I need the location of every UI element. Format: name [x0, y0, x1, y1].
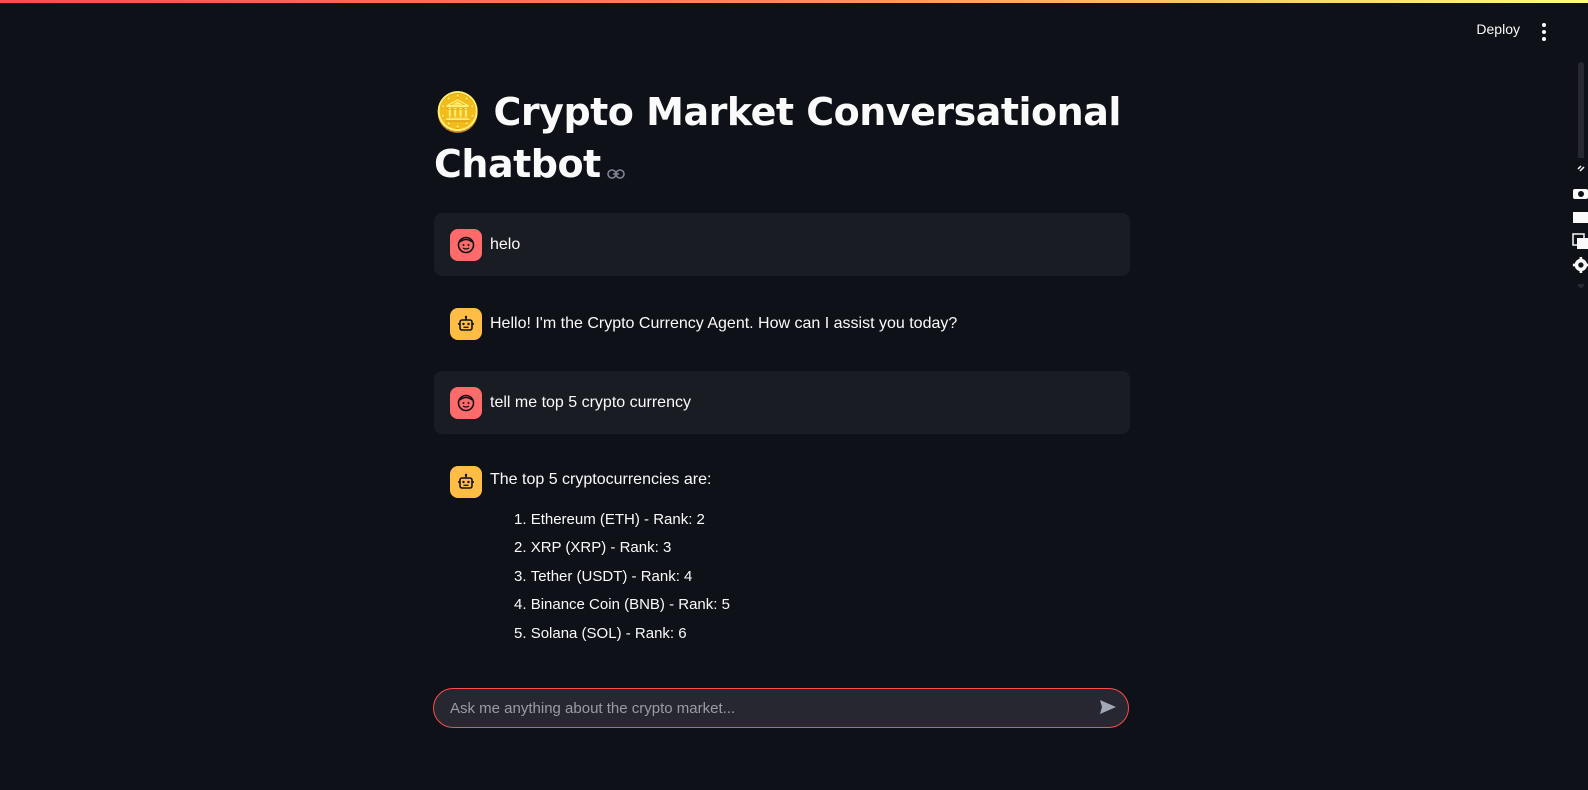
chat-message-assistant: Hello! I'm the Crypto Currency Agent. Ho…	[434, 292, 1130, 355]
crypto-list: Ethereum (ETH) - Rank: 2 XRP (XRP) - Ran…	[490, 506, 730, 649]
camera-icon[interactable]	[1572, 184, 1588, 202]
main-content: 🪙 Crypto Market Conversational Chatbot h…	[434, 86, 1130, 664]
send-icon	[1099, 699, 1117, 718]
list-item: XRP (XRP) - Rank: 3	[514, 534, 730, 563]
element-toolbar	[1570, 158, 1588, 284]
anchor-link-icon[interactable]	[606, 141, 625, 193]
copy-icon[interactable]	[1572, 232, 1588, 250]
main-menu-icon[interactable]	[1536, 21, 1552, 43]
assistant-avatar-icon	[450, 307, 482, 340]
user-avatar-icon	[450, 386, 482, 419]
message-body: The top 5 cryptocurrencies are: Ethereum…	[490, 466, 730, 649]
message-text: tell me top 5 crypto currency	[490, 393, 691, 411]
user-avatar-icon	[450, 228, 482, 261]
list-item: Solana (SOL) - Rank: 6	[514, 620, 730, 649]
message-text: helo	[490, 235, 521, 253]
list-item: Binance Coin (BNB) - Rank: 5	[514, 591, 730, 620]
chat-input-container	[433, 688, 1129, 728]
assistant-avatar-icon	[450, 465, 482, 498]
message-text: Hello! I'm the Crypto Currency Agent. Ho…	[490, 314, 958, 332]
settings-icon[interactable]	[1572, 256, 1588, 274]
chat-message-user: helo	[434, 212, 1130, 276]
fullscreen-icon[interactable]	[1572, 208, 1588, 226]
link-icon[interactable]	[1572, 160, 1588, 178]
chat-input[interactable]	[434, 689, 1088, 727]
chat-message-user: tell me top 5 crypto currency	[434, 370, 1130, 434]
app-header: Deploy	[0, 3, 1588, 61]
list-item: Ethereum (ETH) - Rank: 2	[514, 506, 730, 535]
send-button[interactable]	[1088, 689, 1128, 727]
deploy-button[interactable]: Deploy	[1468, 17, 1528, 41]
page-title-text: 🪙 Crypto Market Conversational Chatbot	[434, 90, 1121, 186]
chat-message-assistant: The top 5 cryptocurrencies are: Ethereum…	[434, 450, 1130, 665]
page-title: 🪙 Crypto Market Conversational Chatbot	[434, 86, 1130, 193]
list-item: Tether (USDT) - Rank: 4	[514, 563, 730, 592]
message-text: The top 5 cryptocurrencies are:	[490, 470, 712, 488]
